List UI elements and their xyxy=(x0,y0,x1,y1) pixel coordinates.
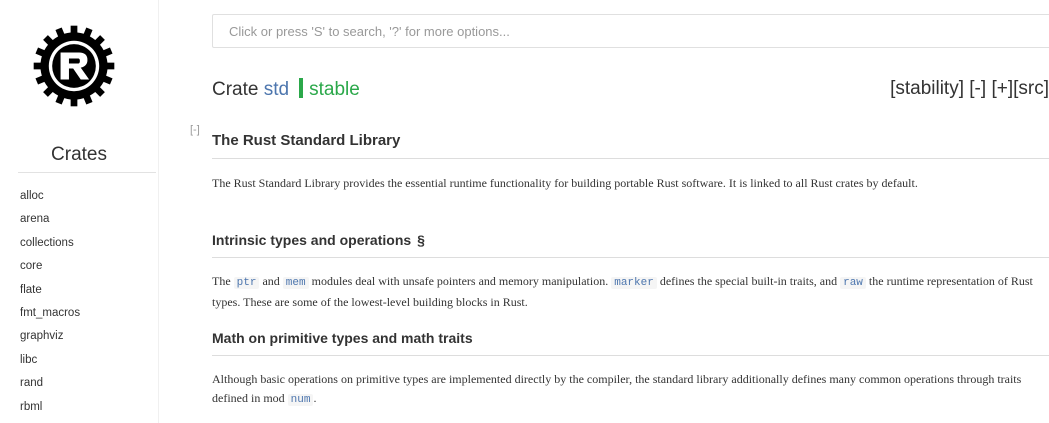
sidebar-item-rbml[interactable]: rbml xyxy=(20,396,80,419)
marker-module-link[interactable]: marker xyxy=(611,277,657,289)
sidebar-item-graphviz[interactable]: graphviz xyxy=(20,325,80,348)
sidebar-item-alloc[interactable]: alloc xyxy=(20,185,80,208)
mem-module-link[interactable]: mem xyxy=(282,277,309,289)
text-span: modules deal with unsafe pointers and me… xyxy=(308,274,612,288)
sidebar: Crates alloc arena collections core flat… xyxy=(0,0,159,423)
ptr-module-link[interactable]: ptr xyxy=(233,277,260,289)
text-span: Although basic operations on primitive t… xyxy=(212,372,1022,405)
intrinsic-paragraph: The ptr and mem modules deal with unsafe… xyxy=(212,272,1049,312)
sidebar-item-libc[interactable]: libc xyxy=(20,349,80,372)
divider xyxy=(212,158,1049,159)
raw-module-link[interactable]: raw xyxy=(840,277,866,289)
rust-gear-logo-icon xyxy=(33,25,115,107)
sidebar-item-flate[interactable]: flate xyxy=(20,279,80,302)
crates-heading: Crates xyxy=(51,144,107,165)
text-span: defines the special built-in traits, and xyxy=(656,274,841,288)
divider xyxy=(212,355,1049,356)
docblock: The Rust Standard Library The Rust Stand… xyxy=(212,0,1049,423)
intro-paragraph: The Rust Standard Library provides the e… xyxy=(212,176,918,190)
sidebar-item-collections[interactable]: collections xyxy=(20,232,80,255)
crate-list: alloc arena collections core flate fmt_m… xyxy=(20,185,80,419)
text-span: . xyxy=(313,391,317,405)
section-anchor-link[interactable]: § xyxy=(417,232,425,248)
sidebar-item-fmt-macros[interactable]: fmt_macros xyxy=(20,302,80,325)
text-span: and xyxy=(259,274,283,288)
section-heading-math: Math on primitive types and math traits xyxy=(212,330,473,346)
num-module-link[interactable]: num xyxy=(287,394,314,406)
divider xyxy=(18,172,156,173)
sidebar-item-core[interactable]: core xyxy=(20,255,80,278)
text-span: The xyxy=(212,274,234,288)
sidebar-item-rand[interactable]: rand xyxy=(20,372,80,395)
doc-title: The Rust Standard Library xyxy=(212,132,401,149)
doc-collapse-toggle[interactable]: [-] xyxy=(190,124,200,136)
section-heading-intrinsic: Intrinsic types and operations § xyxy=(212,232,425,248)
divider xyxy=(212,257,1049,258)
section-heading-text: Intrinsic types and operations xyxy=(212,232,412,248)
rust-logo-icon[interactable] xyxy=(32,24,116,108)
sidebar-item-arena[interactable]: arena xyxy=(20,208,80,231)
math-paragraph: Although basic operations on primitive t… xyxy=(212,370,1049,410)
